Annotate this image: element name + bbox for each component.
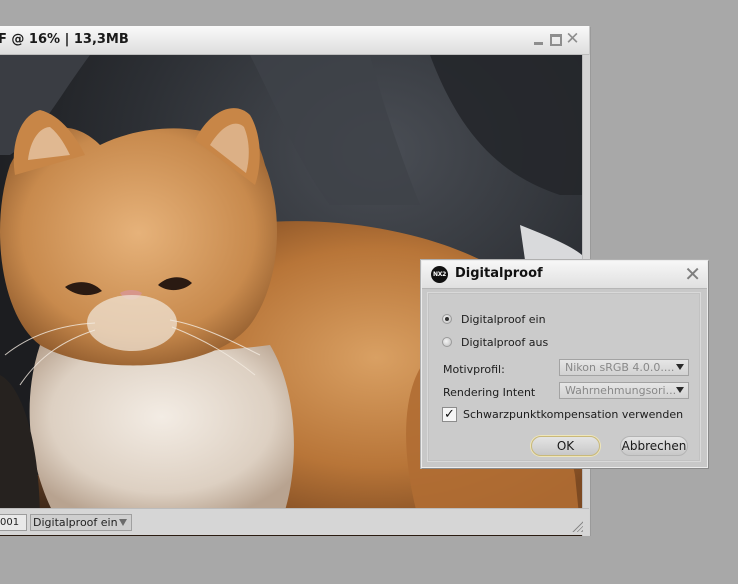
close-icon[interactable]: ✕ (565, 31, 579, 48)
digitalproof-dialog: NX2 Digitalproof ✕ Digitalproof ein Digi… (421, 260, 708, 468)
chevron-down-icon (119, 519, 127, 526)
dialog-body: Digitalproof ein Digitalproof aus Motivp… (427, 292, 701, 462)
nx2-logo-icon: NX2 (431, 266, 448, 283)
status-proof-dropdown[interactable]: Digitalproof ein (30, 514, 132, 531)
status-zoom-field[interactable]: 001 (0, 514, 27, 531)
radio-on-label: Digitalproof ein (461, 312, 546, 326)
rendering-intent-value: Wahrnehmungsori... (565, 384, 677, 397)
motivprofil-value: Nikon sRGB 4.0.0.... (565, 361, 675, 374)
chevron-down-icon (676, 387, 684, 393)
radio-digitalproof-on[interactable]: Digitalproof ein (442, 311, 546, 327)
dialog-title: Digitalproof (455, 266, 543, 281)
maximize-icon[interactable] (549, 33, 562, 46)
cancel-button[interactable]: Abbrechen (620, 436, 688, 456)
bpc-option[interactable]: ✓ Schwarzpunktkompensation verwenden (442, 406, 683, 422)
radio-off-label: Digitalproof aus (461, 335, 549, 349)
bpc-label: Schwarzpunktkompensation verwenden (463, 407, 684, 421)
radio-digitalproof-off[interactable]: Digitalproof aus (442, 334, 548, 350)
bpc-checkbox[interactable]: ✓ (442, 406, 457, 422)
document-title: F @ 16% | 13,3MB (0, 32, 129, 47)
resize-grip-icon[interactable] (572, 521, 583, 532)
radio-button-unchecked[interactable] (442, 337, 452, 347)
rendering-intent-dropdown[interactable]: Wahrnehmungsori... (559, 382, 689, 399)
motivprofil-label: Motivprofil: (443, 363, 505, 376)
document-statusbar: 001 Digitalproof ein (0, 508, 589, 535)
status-proof-value: Digitalproof ein (33, 516, 118, 529)
minimize-icon[interactable] (532, 33, 545, 46)
chevron-down-icon (676, 364, 684, 370)
document-titlebar[interactable]: F @ 16% | 13,3MB ✕ (0, 26, 589, 55)
motivprofil-dropdown[interactable]: Nikon sRGB 4.0.0.... (559, 359, 689, 376)
ok-button[interactable]: OK (531, 436, 600, 456)
radio-button-checked[interactable] (442, 314, 452, 324)
close-icon[interactable]: ✕ (684, 264, 701, 284)
rendering-intent-label: Rendering Intent (443, 386, 536, 399)
dialog-titlebar[interactable]: NX2 Digitalproof ✕ (422, 261, 707, 289)
